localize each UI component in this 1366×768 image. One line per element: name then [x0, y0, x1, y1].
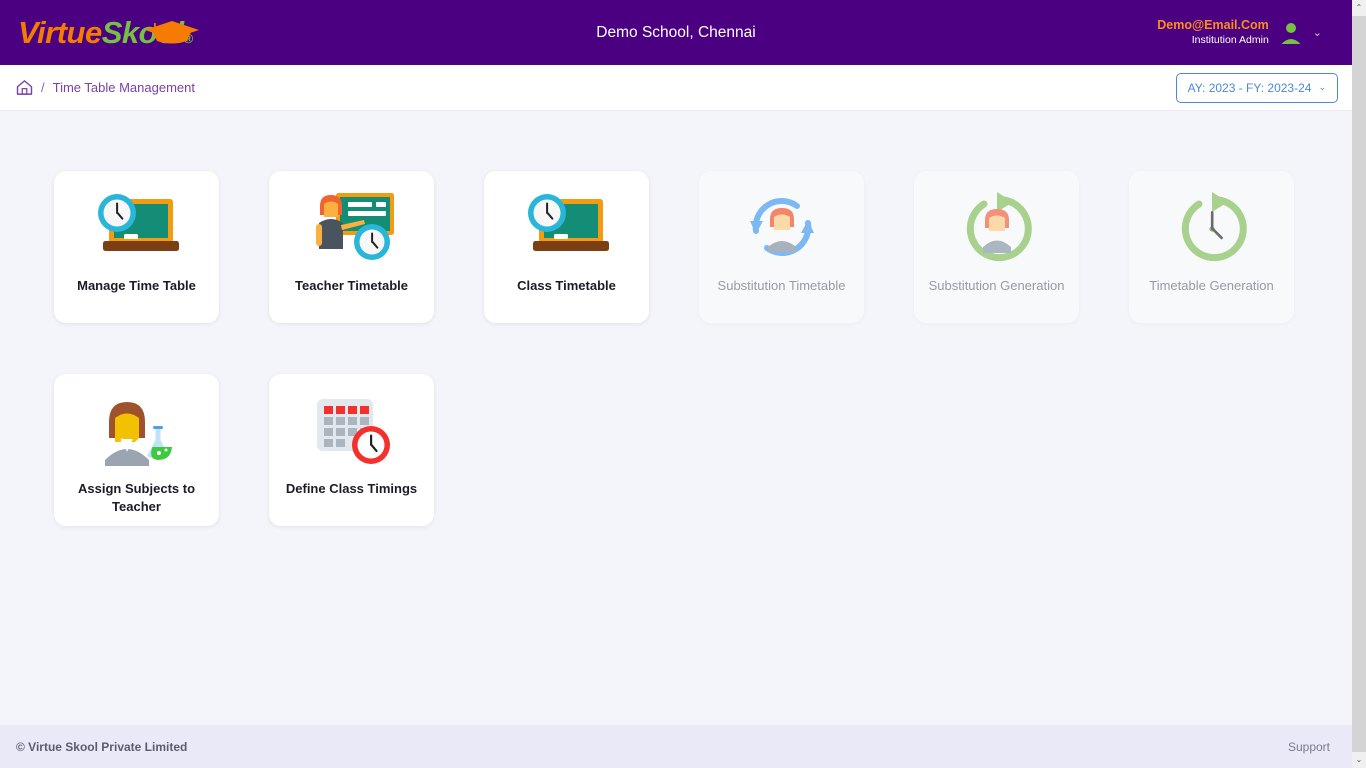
scrollbar-down-button[interactable]: ⌄ [1352, 752, 1366, 768]
logo-text-primary: Virtue [18, 15, 102, 50]
module-card-label: Class Timetable [517, 278, 616, 293]
module-card-label: Define Class Timings [285, 481, 418, 496]
breadcrumb-separator: / [41, 80, 45, 95]
footer-bar: © Virtue Skool Private Limited Support [0, 725, 1352, 768]
person-refresh-green-icon [949, 187, 1045, 267]
breadcrumb-current: Time Table Management [52, 80, 195, 95]
school-title: Demo School, Chennai [596, 23, 756, 41]
user-email: Demo@Email.Com [1157, 18, 1269, 33]
user-role: Institution Admin [1191, 33, 1269, 46]
app-logo[interactable]: VirtueSkool® [0, 15, 199, 50]
chalkboard-clock-icon [519, 187, 615, 267]
teacher-board-clock-icon [304, 187, 400, 267]
home-icon[interactable] [16, 79, 33, 96]
vertical-scrollbar[interactable]: ⌃ ⌄ [1352, 0, 1366, 768]
app-root: VirtueSkool® Demo School, Chennai Demo@E… [0, 0, 1366, 768]
breadcrumb-bar: / Time Table Management AY: 2023 - FY: 2… [0, 65, 1352, 111]
chevron-down-icon: ⌄ [1355, 755, 1363, 764]
module-card-substitution-generation: Substitution Generation [914, 171, 1079, 323]
person-sync-blue-icon [734, 187, 830, 267]
main-content: Manage Time Table Teacher Timetable Clas… [0, 111, 1352, 725]
module-card-substitution-timetable: Substitution Timetable [699, 171, 864, 323]
module-card-label: Assign Subjects to Teacher [77, 481, 196, 514]
module-card-manage-time-table[interactable]: Manage Time Table [54, 171, 219, 323]
module-card-grid: Manage Time Table Teacher Timetable Clas… [54, 171, 1304, 526]
module-card-assign-subjects-to-teacher[interactable]: Assign Subjects to Teacher [54, 374, 219, 526]
academic-year-selector[interactable]: AY: 2023 - FY: 2023-24 ⌄ [1175, 72, 1338, 103]
teacher-flask-icon [89, 390, 185, 470]
footer-copyright: © Virtue Skool Private Limited [16, 739, 188, 754]
footer-support-link[interactable]: Support [1288, 740, 1330, 754]
chalkboard-clock-icon [89, 187, 185, 267]
top-header-bar: VirtueSkool® Demo School, Chennai Demo@E… [0, 0, 1352, 65]
user-menu[interactable]: Demo@Email.Com Institution Admin ⌄ [1157, 18, 1352, 47]
module-card-label: Substitution Timetable [717, 278, 846, 293]
module-card-label: Timetable Generation [1149, 278, 1274, 293]
chevron-up-icon: ⌃ [1355, 3, 1363, 12]
chevron-down-icon[interactable]: ⌄ [1313, 26, 1322, 39]
module-card-timetable-generation: Timetable Generation [1129, 171, 1294, 323]
clock-refresh-green-icon [1164, 187, 1260, 267]
user-avatar-icon[interactable] [1278, 20, 1304, 46]
module-card-label: Substitution Generation [928, 278, 1065, 293]
module-card-define-class-timings[interactable]: Define Class Timings [269, 374, 434, 526]
module-card-teacher-timetable[interactable]: Teacher Timetable [269, 171, 434, 323]
module-card-class-timetable[interactable]: Class Timetable [484, 171, 649, 323]
scrollbar-up-button[interactable]: ⌃ [1352, 0, 1366, 16]
user-info: Demo@Email.Com Institution Admin [1157, 18, 1269, 47]
module-card-label: Manage Time Table [77, 278, 196, 293]
graduation-cap-icon [143, 19, 201, 50]
academic-year-label: AY: 2023 - FY: 2023-24 [1187, 80, 1312, 95]
calendar-clock-icon [304, 390, 400, 470]
module-card-label: Teacher Timetable [295, 278, 408, 293]
page: VirtueSkool® Demo School, Chennai Demo@E… [0, 0, 1352, 768]
chevron-down-icon: ⌄ [1318, 82, 1326, 92]
